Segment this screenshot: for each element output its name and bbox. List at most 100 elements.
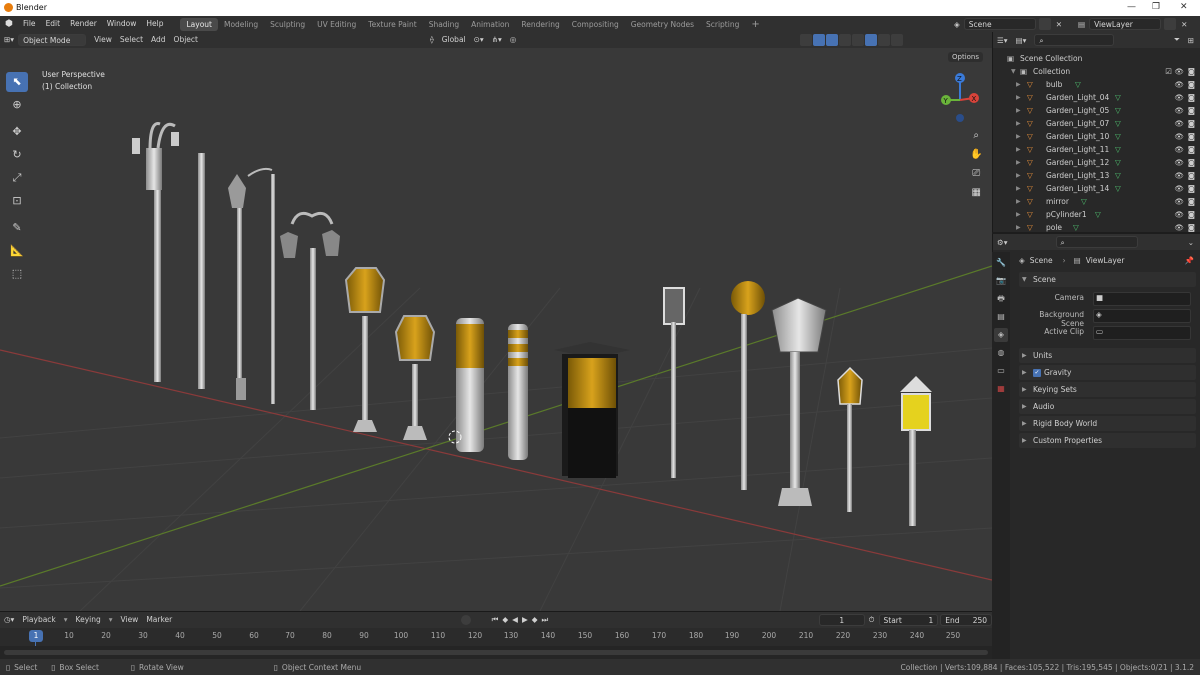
tab-shading[interactable]: Shading xyxy=(423,18,465,31)
play-icon[interactable]: ▶ xyxy=(520,614,530,626)
camera-icon[interactable]: ◙ xyxy=(1188,169,1195,182)
menu-playback[interactable]: Playback xyxy=(18,614,59,626)
gravity-section[interactable]: ▶ ✓ Gravity xyxy=(1019,365,1196,380)
editor-type-icon[interactable]: ⊞▾ xyxy=(0,34,18,46)
outliner-search-input[interactable]: ⌕ xyxy=(1034,34,1115,46)
camera-icon[interactable]: ◙ xyxy=(1188,130,1195,143)
outliner-item[interactable]: ▶ ▽ pCylinder1 ▽ 👁 ◙ xyxy=(993,208,1200,221)
select-tool-icon[interactable]: ⬉ xyxy=(6,72,28,92)
outliner-item[interactable]: ▶ ▽ Garden_Light_13 ▽ 👁 ◙ xyxy=(993,169,1200,182)
navigation-gizmo[interactable]: Z X Y xyxy=(936,70,986,130)
annotate-tool-icon[interactable]: ✎ xyxy=(6,218,28,238)
eye-icon[interactable]: 👁 xyxy=(1174,182,1184,195)
outliner-editor-icon[interactable]: ☰▾ xyxy=(997,36,1008,45)
timeline-editor-icon[interactable]: ◷▾ xyxy=(0,614,18,626)
menu-file[interactable]: File xyxy=(18,16,41,32)
eye-icon[interactable]: 👁 xyxy=(1174,195,1184,208)
timeline-ruler[interactable]: 1 10 20 30 40 50 60 70 80 90 100 110 120… xyxy=(0,628,992,660)
pivot-icon[interactable]: ⊙▾ xyxy=(470,34,488,46)
expand-icon[interactable]: ▶ xyxy=(1016,156,1021,169)
record-icon[interactable] xyxy=(460,615,471,625)
tab-sculpting[interactable]: Sculpting xyxy=(264,18,311,31)
expand-icon[interactable]: ▶ xyxy=(1016,104,1021,117)
pin-icon[interactable]: 📌 xyxy=(1185,256,1194,265)
outliner-item[interactable]: ▶ ▽ bulb ▽ 👁 ◙ xyxy=(993,78,1200,91)
properties-search-input[interactable]: ⌕ xyxy=(1055,236,1138,248)
tool-tab-icon[interactable]: 🔧 xyxy=(994,256,1008,270)
tab-geometry-nodes[interactable]: Geometry Nodes xyxy=(625,18,700,31)
output-tab-icon[interactable]: 🖶 xyxy=(994,292,1008,306)
menu-add[interactable]: Add xyxy=(147,34,170,46)
next-keyframe-icon[interactable]: ◆ xyxy=(530,614,540,626)
units-section[interactable]: ▶ Units xyxy=(1019,348,1196,363)
cursor-tool-icon[interactable]: ⊕ xyxy=(6,95,28,115)
background-scene-field[interactable]: ◈ xyxy=(1093,309,1191,323)
outliner-item[interactable]: ▶ ▽ Garden_Light_05 ▽ 👁 ◙ xyxy=(993,104,1200,117)
tab-layout[interactable]: Layout xyxy=(180,17,218,31)
outliner-item[interactable]: ▶ ▽ mirror ▽ 👁 ◙ xyxy=(993,195,1200,208)
wireframe-shading-icon[interactable] xyxy=(852,34,865,46)
camera-icon[interactable]: ◙ xyxy=(1188,91,1195,104)
camera-icon[interactable]: ◙ xyxy=(1188,117,1195,130)
outliner-collection-row[interactable]: ▼ ▣ Collection ☑ 👁 ◙ xyxy=(993,65,1200,78)
prev-keyframe-icon[interactable]: ◆ xyxy=(500,614,510,626)
tab-scripting[interactable]: Scripting xyxy=(700,18,745,31)
world-tab-icon[interactable]: ◍ xyxy=(994,346,1008,360)
proportional-edit-icon[interactable]: ◎ xyxy=(506,34,521,46)
camera-icon[interactable]: ◙ xyxy=(1188,156,1195,169)
scene-panel-header[interactable]: ▼ Scene xyxy=(1019,272,1196,287)
move-tool-icon[interactable]: ✥ xyxy=(6,122,28,142)
jump-end-icon[interactable]: ⏭ xyxy=(540,614,551,626)
outliner-item[interactable]: ▶ ▽ Garden_Light_10 ▽ 👁 ◙ xyxy=(993,130,1200,143)
render-tab-icon[interactable]: 📷 xyxy=(994,274,1008,288)
remove-view-layer-icon[interactable]: ✕ xyxy=(1181,20,1187,29)
menu-view-timeline[interactable]: View xyxy=(117,614,143,626)
filter-icon[interactable]: ⏷ xyxy=(1174,35,1180,45)
texture-tab-icon[interactable]: ▦ xyxy=(994,382,1008,396)
outliner-item[interactable]: ▶ ▽ Garden_Light_07 ▽ 👁 ◙ xyxy=(993,117,1200,130)
eye-icon[interactable]: 👁 xyxy=(1174,169,1184,182)
camera-icon[interactable]: ◙ xyxy=(1188,195,1195,208)
new-collection-icon[interactable]: ⊞ xyxy=(1188,36,1194,45)
zoom-icon[interactable]: ⌕ xyxy=(970,126,982,145)
add-workspace-icon[interactable]: + xyxy=(745,18,765,31)
rotate-tool-icon[interactable]: ↻ xyxy=(6,145,28,165)
menu-render[interactable]: Render xyxy=(65,16,102,32)
gravity-checkbox[interactable]: ✓ xyxy=(1033,369,1041,377)
eye-icon[interactable]: 👁 xyxy=(1174,65,1184,78)
view-layer-tab-icon[interactable]: ▤ xyxy=(994,310,1008,324)
camera-icon[interactable]: ◙ xyxy=(1188,208,1195,221)
camera-field[interactable]: ■ xyxy=(1093,292,1191,306)
rendered-shading-icon[interactable] xyxy=(891,34,904,46)
keying-sets-section[interactable]: ▶ Keying Sets xyxy=(1019,382,1196,397)
scene-icon[interactable]: ◈ xyxy=(954,20,960,29)
tab-texture-paint[interactable]: Texture Paint xyxy=(362,18,422,31)
eye-icon[interactable]: 👁 xyxy=(1174,78,1184,91)
expand-icon[interactable]: ▶ xyxy=(1016,143,1021,156)
overlay-toggle-icon[interactable] xyxy=(826,34,839,46)
camera-icon[interactable]: ◙ xyxy=(1188,221,1195,234)
solid-shading-icon[interactable] xyxy=(865,34,878,46)
audio-section[interactable]: ▶ Audio xyxy=(1019,399,1196,414)
new-scene-icon[interactable] xyxy=(1038,18,1051,30)
scene-field[interactable]: Scene xyxy=(963,18,1036,30)
menu-keying[interactable]: Keying xyxy=(72,614,105,626)
close-icon[interactable]: ✕ xyxy=(1180,2,1188,12)
maximize-icon[interactable]: ❐ xyxy=(1152,2,1160,12)
collection-tab-icon[interactable]: ▭ xyxy=(994,364,1008,378)
tab-uv-editing[interactable]: UV Editing xyxy=(311,18,362,31)
menu-edit[interactable]: Edit xyxy=(41,16,66,32)
tab-animation[interactable]: Animation xyxy=(465,18,515,31)
material-shading-icon[interactable] xyxy=(878,34,891,46)
visibility-icon[interactable] xyxy=(800,34,813,46)
camera-icon[interactable]: ◙ xyxy=(1188,182,1195,195)
eye-icon[interactable]: 👁 xyxy=(1174,130,1184,143)
scene-tab-icon[interactable]: ◈ xyxy=(994,328,1008,342)
stopwatch-icon[interactable]: ⏱ xyxy=(865,614,879,626)
expand-icon[interactable]: ▶ xyxy=(1016,195,1021,208)
options-button[interactable]: Options xyxy=(948,52,984,62)
menu-marker[interactable]: Marker xyxy=(142,614,176,626)
ortho-grid-icon[interactable]: ▦ xyxy=(970,183,982,202)
snap-icon[interactable]: ⋔▾ xyxy=(488,34,506,46)
outliner-root-row[interactable]: ▣ Scene Collection xyxy=(993,52,1200,65)
